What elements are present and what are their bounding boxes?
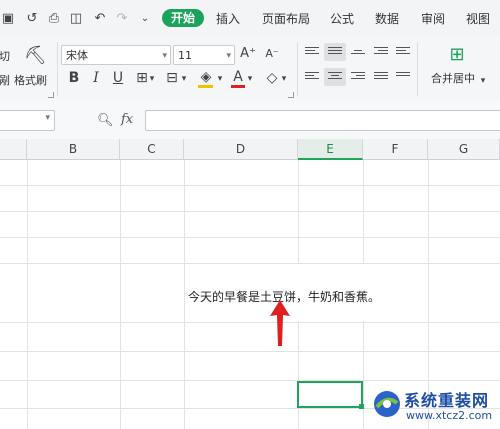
formula-bar: ▾ 🔍︎ fx [0,101,500,140]
fill-color-swatch [198,85,213,88]
column-header-e[interactable]: E [298,139,363,160]
align-bottom-icon[interactable] [351,50,365,62]
column-header-partial[interactable] [0,139,27,160]
chevron-down-icon[interactable]: ▾ [216,71,224,87]
chevron-down-icon[interactable]: ▾ [280,71,288,87]
chevron-down-icon[interactable]: ▾ [246,71,254,87]
annotation-arrow-icon [270,300,290,346]
align-center-button[interactable] [324,68,346,86]
font-color-button[interactable]: A [230,69,246,85]
watermark-title: 系统重装网 [404,391,490,410]
column-header-f[interactable]: F [363,139,428,160]
tab-insert[interactable]: 插入 [216,11,240,27]
font-name-select[interactable]: 宋体 ▾ [61,45,171,65]
font-size-value: 11 [178,49,192,62]
format-painter-icon[interactable]: ⛏ [24,46,47,66]
align-top-icon[interactable] [305,47,319,59]
save-icon[interactable]: ▣ [0,11,16,27]
active-cell[interactable] [297,381,363,408]
tab-data[interactable]: 数据 [375,11,399,27]
font-size-select[interactable]: 11 ▾ [173,45,235,65]
ribbon-separator [417,42,418,96]
font-dialog-launcher[interactable] [288,92,294,98]
align-left-icon[interactable] [305,72,319,84]
align-center-icon [328,72,342,84]
watermark-url: www.xtcz2.com [406,409,493,422]
align-middle-icon [328,47,342,59]
name-box[interactable]: ▾ [0,110,55,131]
more-icon[interactable]: ⌄ [137,11,153,27]
redo-icon[interactable]: ↷ [114,11,130,27]
font-name-value: 宋体 [66,49,88,62]
increase-indent-icon[interactable] [374,47,388,59]
zoom-icon[interactable]: 🔍︎ [97,113,114,128]
format-painter-button[interactable]: 格式刷 [14,74,47,88]
undo-icon[interactable]: ↶ [92,11,108,27]
chevron-down-icon: ▾ [226,51,231,61]
decrease-indent-icon[interactable] [396,47,410,59]
watermark: 系统重装网 www.xtcz2.com [372,385,500,429]
clipboard-dialog-launcher[interactable] [48,92,54,98]
column-header-c[interactable]: C [120,139,184,160]
cut-button[interactable]: 切 [0,50,10,64]
merge-center-button[interactable]: 合并居中 [431,72,475,86]
print-icon[interactable]: ⎙ [46,11,62,27]
ribbon-separator [297,42,298,96]
column-header-b[interactable]: B [27,139,120,160]
tab-view[interactable]: 视图 [466,11,490,27]
watermark-logo-icon [374,391,400,417]
bold-button[interactable]: B [66,70,82,86]
justify-icon[interactable] [374,72,388,84]
tab-page-layout[interactable]: 页面布局 [262,11,310,27]
chevron-down-icon: ▾ [162,51,167,61]
title-menu-bar: ▣ ↺ ⎙ ◫ ↶ ↷ ⌄ 开始 插入 页面布局 公式 数据 审阅 视图 [0,0,500,39]
tab-home[interactable]: 开始 [162,9,205,27]
column-header-g[interactable]: G [428,139,500,160]
fx-button[interactable]: fx [121,112,133,127]
formula-input[interactable] [145,110,500,131]
decrease-font-size-icon[interactable]: A⁻ [264,46,280,62]
undo-history-icon[interactable]: ↺ [24,11,40,27]
fill-color-icon[interactable]: ◈ [198,69,214,85]
chevron-down-icon[interactable]: ▾ [148,71,156,87]
tab-formulas[interactable]: 公式 [330,11,354,27]
column-header-d[interactable]: D [184,139,298,160]
increase-font-size-icon[interactable]: A⁺ [240,46,256,62]
ribbon-toolbar: 切 剐 ⛏ 格式刷 宋体 ▾ 11 ▾ A⁺ A⁻ B I U ⊞ ▾ ⊟ ▾ ◈ … [0,38,500,102]
chevron-down-icon: ▾ [45,113,50,123]
eraser-icon[interactable]: ◇ [264,70,280,86]
ribbon-separator [57,42,58,96]
italic-button[interactable]: I [88,70,104,86]
merge-cells-icon[interactable]: ⊞ [446,45,468,65]
chevron-down-icon[interactable]: ▾ [479,73,487,89]
align-right-icon[interactable] [351,72,365,84]
distributed-icon[interactable] [396,72,410,84]
paste-button[interactable]: 剐 [0,74,10,88]
print-preview-icon[interactable]: ◫ [68,11,84,27]
underline-button[interactable]: U [110,70,126,86]
chevron-down-icon[interactable]: ▾ [180,71,188,87]
align-middle-button[interactable] [324,43,346,61]
font-color-swatch [231,85,245,88]
cell-style-icon[interactable]: ⊟ [164,70,180,86]
fill-handle[interactable] [359,404,364,409]
tab-review[interactable]: 审阅 [421,11,445,27]
